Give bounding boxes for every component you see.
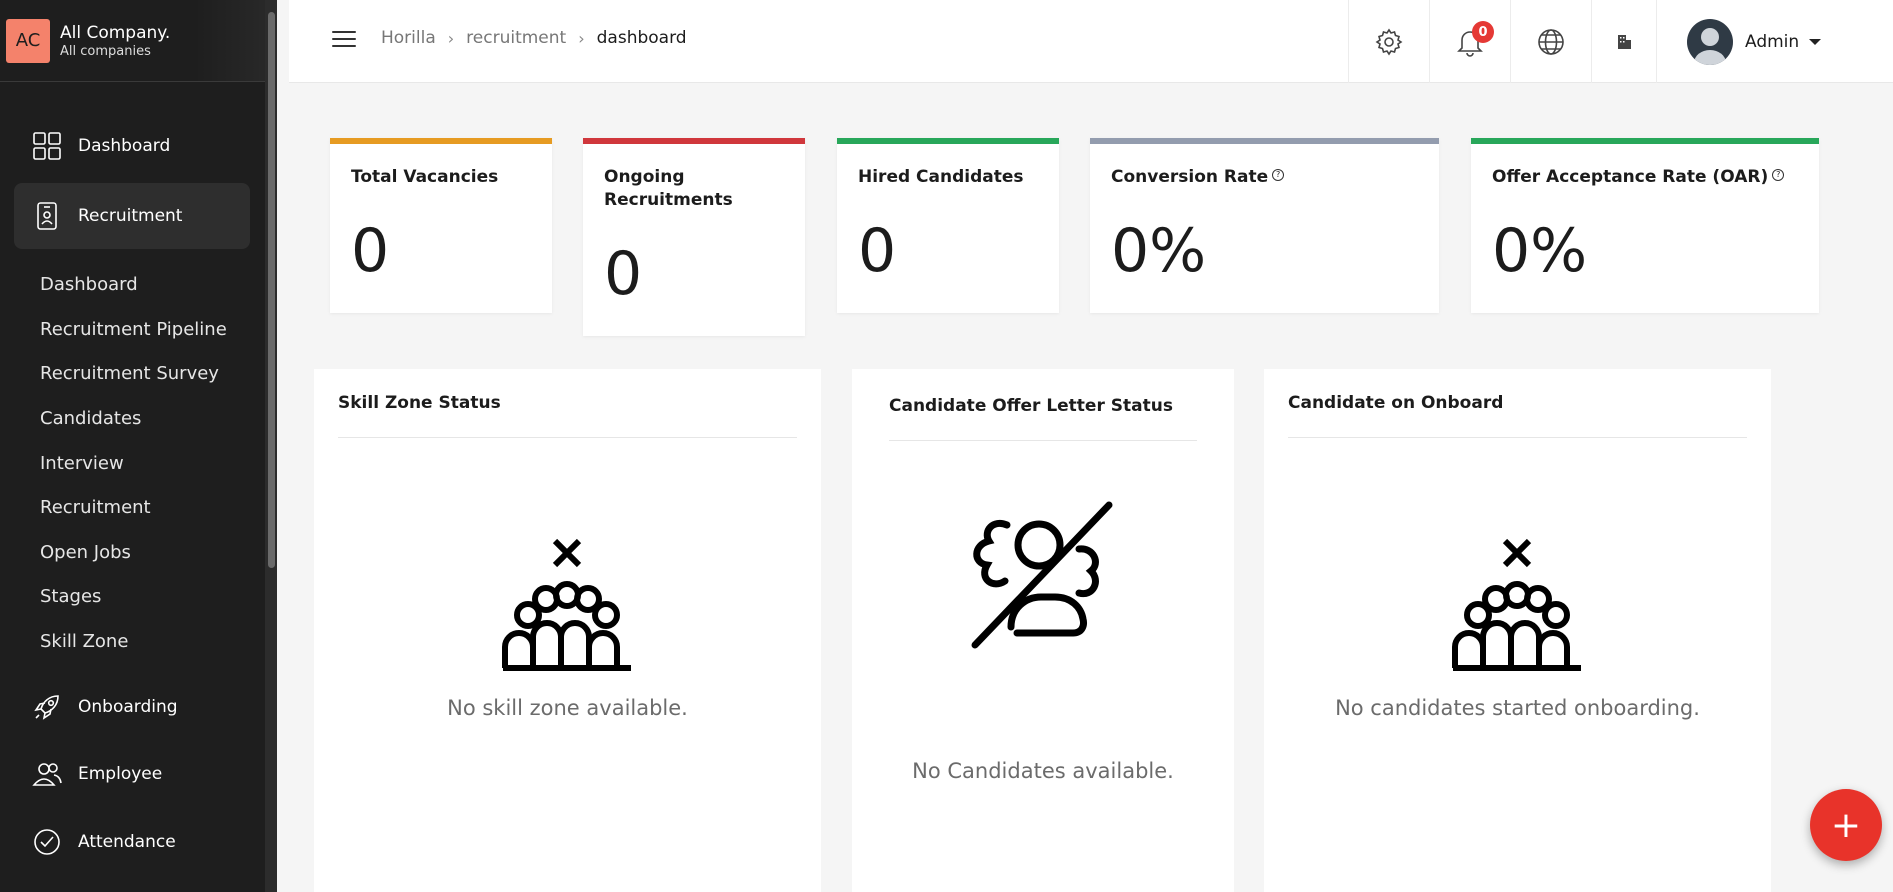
rocket-icon — [34, 695, 59, 720]
people-icon — [32, 763, 62, 786]
check-circle-icon — [34, 829, 60, 855]
help-icon[interactable]: ? — [1272, 169, 1285, 181]
notification-badge: 0 — [1472, 21, 1494, 43]
submenu-dashboard[interactable]: Dashboard — [40, 274, 138, 295]
top-bar: Horilla › recruitment › dashboard 0 Admi… — [289, 0, 1893, 83]
kpi-value: 0 — [604, 239, 643, 309]
caret-down-icon — [1809, 38, 1822, 45]
kpi-ongoing-recruitments: Ongoing Recruitments 0 — [583, 138, 805, 336]
breadcrumb-dashboard: dashboard — [596, 28, 687, 48]
settings-button[interactable] — [1348, 0, 1429, 83]
onboard-panel: Candidate on Onboard No candidates start… — [1264, 369, 1771, 892]
kpi-title: Offer Acceptance Rate (OAR) — [1492, 167, 1769, 187]
sidebar-item-onboarding[interactable]: Onboarding — [14, 674, 250, 740]
kpi-accent-bar — [583, 138, 805, 144]
help-icon[interactable]: ? — [1772, 169, 1785, 181]
submenu-open-jobs[interactable]: Open Jobs — [40, 542, 131, 563]
kpi-value: 0 — [858, 216, 897, 286]
sidebar-item-recruitment[interactable]: Recruitment — [14, 183, 250, 249]
submenu-recruitment-survey[interactable]: Recruitment Survey — [40, 363, 219, 384]
kpi-accent-bar — [837, 138, 1059, 144]
breadcrumb-recruitment[interactable]: recruitment — [466, 28, 566, 48]
menu-toggle-icon[interactable] — [332, 31, 356, 49]
grid-icon — [33, 132, 61, 160]
kpi-title: Conversion Rate — [1111, 167, 1269, 187]
empty-state-text: No Candidates available. — [912, 759, 1174, 783]
kpi-title: Ongoing Recruitments — [604, 167, 733, 210]
kpi-value: 0% — [1492, 216, 1588, 286]
kpi-offer-acceptance-rate: Offer Acceptance Rate (OAR)? 0% — [1471, 138, 1819, 313]
company-subtitle: All companies — [60, 43, 151, 59]
notifications-button[interactable]: 0 — [1429, 0, 1510, 83]
panel-title: Candidate Offer Letter Status — [889, 396, 1173, 416]
offer-letter-panel: Candidate Offer Letter Status No Candida… — [852, 369, 1234, 892]
submenu-recruitment[interactable]: Recruitment — [40, 497, 151, 518]
company-button[interactable] — [1591, 0, 1656, 83]
user-name: Admin — [1745, 31, 1800, 52]
empty-state-text: No candidates started onboarding. — [1335, 696, 1700, 720]
id-badge-icon — [37, 202, 57, 230]
panel-title: Skill Zone Status — [338, 393, 501, 413]
kpi-hired-candidates: Hired Candidates 0 — [837, 138, 1059, 313]
sidebar-item-label: Onboarding — [78, 697, 178, 717]
breadcrumb: Horilla › recruitment › dashboard — [381, 28, 687, 48]
sidebar-scrollbar[interactable] — [265, 0, 277, 892]
empty-state-text: No skill zone available. — [447, 696, 688, 720]
divider — [1656, 0, 1657, 83]
no-group-icon — [1452, 538, 1581, 671]
chevron-right-icon: › — [578, 28, 585, 48]
kpi-value: 0 — [351, 216, 390, 286]
kpi-accent-bar — [1090, 138, 1439, 144]
language-button[interactable] — [1510, 0, 1591, 83]
sidebar-item-label: Recruitment — [78, 206, 183, 226]
submenu-candidates[interactable]: Candidates — [40, 408, 141, 429]
kpi-total-vacancies: Total Vacancies 0 — [330, 138, 552, 313]
globe-icon — [1538, 28, 1564, 55]
kpi-accent-bar — [1471, 138, 1819, 144]
sidebar-item-attendance[interactable]: Attendance — [14, 809, 250, 875]
kpi-title: Total Vacancies — [351, 167, 499, 187]
breadcrumb-horilla[interactable]: Horilla — [381, 28, 436, 48]
company-name: All Company. — [60, 22, 171, 43]
divider — [889, 440, 1197, 441]
panel-title: Candidate on Onboard — [1288, 393, 1504, 413]
gear-icon — [1375, 28, 1403, 55]
sidebar-item-dashboard[interactable]: Dashboard — [14, 113, 250, 179]
no-group-icon — [502, 538, 631, 671]
scrollbar-thumb[interactable] — [268, 12, 275, 568]
submenu-interview[interactable]: Interview — [40, 453, 124, 474]
submenu-skill-zone[interactable]: Skill Zone — [40, 631, 128, 652]
skill-zone-panel: Skill Zone Status No skill zone availabl… — [314, 369, 821, 892]
divider — [1288, 437, 1747, 438]
chevron-right-icon: › — [447, 28, 455, 48]
divider — [338, 437, 797, 438]
user-menu[interactable]: Admin — [1687, 0, 1822, 83]
sidebar-item-label: Employee — [78, 764, 163, 784]
building-icon — [1618, 34, 1631, 49]
sidebar-item-employee[interactable]: Employee — [14, 741, 250, 807]
no-candidates-icon — [971, 501, 1113, 649]
sidebar-item-label: Attendance — [78, 832, 176, 852]
company-logo: AC — [6, 18, 50, 63]
submenu-recruitment-pipeline[interactable]: Recruitment Pipeline — [40, 319, 227, 340]
kpi-title: Hired Candidates — [858, 167, 1024, 187]
kpi-conversion-rate: Conversion Rate? 0% — [1090, 138, 1439, 313]
kpi-value: 0% — [1111, 216, 1207, 286]
kpi-accent-bar — [330, 138, 552, 144]
add-button[interactable]: + — [1810, 789, 1882, 861]
company-switcher[interactable]: AC All Company. All companies — [0, 0, 277, 82]
sidebar-item-label: Dashboard — [78, 136, 171, 156]
avatar — [1687, 18, 1733, 65]
sidebar: AC All Company. All companies Dashboard … — [0, 0, 277, 892]
submenu-stages[interactable]: Stages — [40, 586, 101, 607]
